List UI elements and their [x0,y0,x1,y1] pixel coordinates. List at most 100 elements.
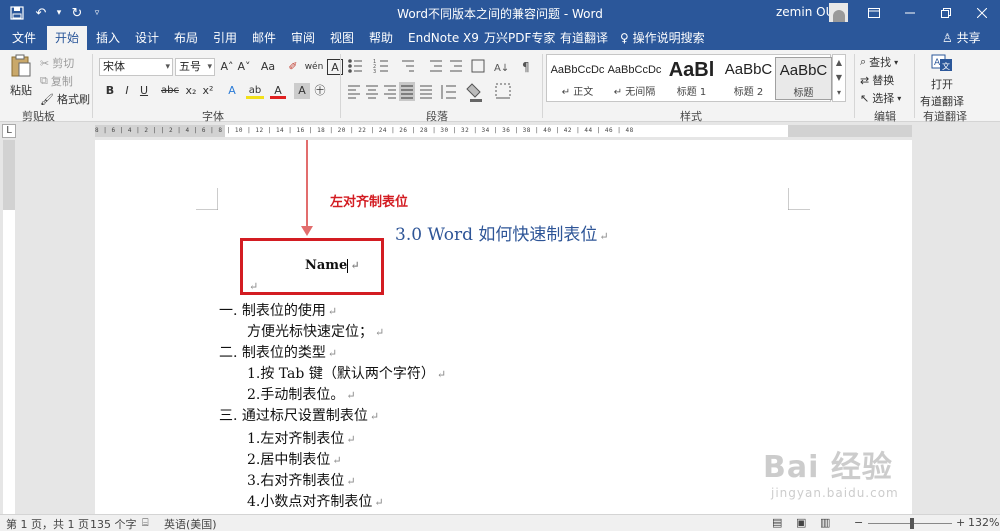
shrink-font-button[interactable]: A˅ [236,59,252,75]
tab-review[interactable]: 审阅 [283,26,323,50]
tab-file[interactable]: 文件 [4,26,44,50]
superscript-button[interactable]: x² [200,83,216,99]
list-item[interactable]: 一. 制表位的使用 ↵ [219,300,337,320]
tab-selector[interactable]: L [2,124,16,138]
tab-design[interactable]: 设计 [127,26,167,50]
bold-button[interactable]: B [102,83,118,99]
tab-aligned-text[interactable]: Name ↵ [305,258,360,273]
list-item[interactable]: 3.右对齐制表位 ↵ [247,470,356,490]
enclose-characters-button[interactable]: ㊉ [312,83,328,99]
numbering-icon[interactable]: 123 [373,59,388,75]
tab-mailings[interactable]: 邮件 [244,26,284,50]
proofing-icon[interactable]: ⌸ [142,516,149,530]
redo-icon[interactable]: ↻ [66,2,88,24]
grow-font-button[interactable]: A˄ [219,59,235,75]
multilevel-list-icon[interactable] [402,60,414,72]
web-layout-icon[interactable]: ▥ [820,516,830,529]
decrease-indent-icon[interactable] [430,60,442,72]
close-icon[interactable] [964,0,1000,26]
page-count[interactable]: 第 1 页，共 1 页 [6,516,89,531]
strikethrough-button[interactable]: abc [160,83,180,99]
minimize-icon[interactable] [892,0,928,26]
read-mode-icon[interactable]: ▤ [772,516,782,529]
tab-youdao[interactable]: 有道翻译 [552,26,616,50]
zoom-in-button[interactable]: + [956,516,965,529]
format-painter-button[interactable]: 🖌 格式刷 [40,91,90,107]
font-color-button[interactable]: A [270,83,286,99]
align-right-icon[interactable] [384,85,396,99]
copy-button[interactable]: ⧉ 复制 [40,73,73,89]
style-normal[interactable]: AaBbCcDc ↵ 正文 [549,57,606,100]
change-case-button[interactable]: Aa [257,59,279,75]
tab-wondershare-pdf[interactable]: 万兴PDF专家 [476,26,563,50]
share-button[interactable]: ♙ 共享 [942,26,981,50]
horizontal-ruler[interactable]: 8 | 6 | 4 | 2 | | 2 | 4 | 6 | 8 | 10 | 1… [95,125,912,137]
vertical-ruler[interactable] [3,140,15,514]
list-item[interactable]: 二. 制表位的类型 ↵ [219,342,337,362]
align-center-icon[interactable] [366,85,378,99]
list-item[interactable]: 2.居中制表位 ↵ [247,449,342,469]
customize-toolbar-icon[interactable]: ▿ [90,2,104,24]
list-item[interactable]: 1.按 Tab 键（默认两个字符） ↵ [247,363,446,383]
bullets-icon[interactable] [348,59,362,73]
underline-button[interactable]: U [136,83,152,99]
tell-me-search[interactable]: ♀ 操作说明搜索 [612,26,713,50]
subscript-button[interactable]: x₂ [183,83,199,99]
user-name[interactable]: zemin OU [776,5,834,19]
highlight-button[interactable]: ab [246,83,264,99]
list-item[interactable]: 1.左对齐制表位 ↵ [247,428,356,448]
list-item[interactable]: 2.手动制表位。 ↵ [247,384,356,404]
style-title[interactable]: AaBbC 标题 [775,57,832,100]
list-item[interactable]: 方便光标快速定位； ↵ [247,321,384,341]
zoom-level[interactable]: 132% [968,516,999,529]
paste-button[interactable]: 粘贴 [10,54,32,98]
empty-paragraph[interactable]: ↵ [247,278,258,294]
styles-gallery-scroll[interactable]: ▲ ▼ ▾ [832,54,846,102]
tab-insert[interactable]: 插入 [88,26,128,50]
zoom-slider-thumb[interactable] [910,518,914,529]
zoom-out-button[interactable]: − [854,516,863,529]
font-size-select[interactable]: 五号 ▾ [175,58,215,76]
select-button[interactable]: ↖ 选择 ▾ [860,90,901,106]
document-heading[interactable]: 3.0 Word 如何快速制表位 ↵ [395,220,609,245]
print-layout-icon[interactable]: ▣ [796,516,806,529]
font-name-select[interactable]: 宋体 ▾ [99,58,173,76]
save-icon[interactable] [6,2,28,24]
word-count[interactable]: 135 个字 [90,516,137,531]
tab-layout[interactable]: 布局 [166,26,206,50]
style-no-spacing[interactable]: AaBbCcDc ↵ 无间隔 [606,57,663,100]
distributed-icon[interactable] [420,85,432,99]
cut-button[interactable]: ✂ 剪切 [40,55,74,71]
show-formatting-marks-icon[interactable]: ¶ [522,60,530,74]
shading-icon[interactable] [466,83,482,102]
clear-formatting-button[interactable]: ✐ [285,59,301,75]
language[interactable]: 英语(美国) [164,516,217,531]
borders-icon[interactable] [495,83,511,99]
text-effects-button[interactable]: A [224,83,240,99]
list-item[interactable]: 4.小数点对齐制表位 ↵ [247,491,384,511]
chinese-layout-icon[interactable] [471,59,485,73]
sort-icon[interactable]: A↓ [494,63,509,74]
open-translate-button[interactable]: A文 打开 有道翻译 [920,54,964,109]
document-page[interactable]: 左对齐制表位 3.0 Word 如何快速制表位 ↵ Name ↵ ↵ 一. 制表位的… [95,140,912,514]
undo-icon[interactable]: ↶ [30,2,52,24]
style-heading-2[interactable]: AaBbC 标题 2 [720,57,777,100]
restore-icon[interactable] [928,0,964,26]
tab-home[interactable]: 开始 [47,26,88,50]
tab-view[interactable]: 视图 [322,26,362,50]
phonetic-guide-button[interactable]: wén [304,59,324,75]
tab-references[interactable]: 引用 [205,26,245,50]
list-item[interactable]: 三. 通过标尺设置制表位 ↵ [219,405,379,425]
replace-button[interactable]: ⇄ 替换 [860,72,894,88]
align-left-icon[interactable] [348,85,360,99]
italic-button[interactable]: I [119,83,135,99]
line-spacing-icon[interactable] [441,85,456,99]
tab-endnote[interactable]: EndNote X9 [400,26,487,50]
style-heading-1[interactable]: AaBl 标题 1 [663,57,720,100]
tab-help[interactable]: 帮助 [361,26,401,50]
increase-indent-icon[interactable] [450,60,462,72]
undo-dropdown-icon[interactable]: ▾ [54,2,64,24]
character-shading-button[interactable]: A [294,83,310,99]
avatar[interactable] [829,3,848,22]
find-button[interactable]: ⌕ 查找 ▾ [860,54,898,70]
